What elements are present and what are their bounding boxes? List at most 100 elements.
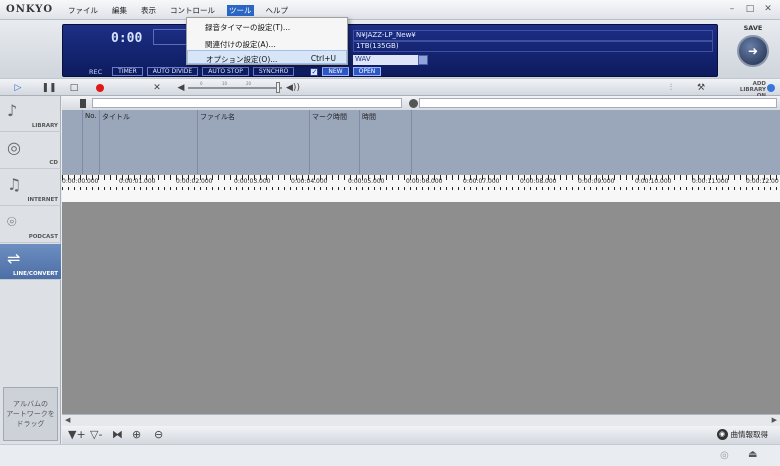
sidebar-item-line-convert[interactable]: ⇌ LINE/CONVERT (0, 244, 61, 280)
auto-stop-button[interactable]: AUTO STOP (202, 67, 249, 76)
display-panel: 0:00 N¥JAZZ-LP_New¥ 1TB(135GB) WAV REC T… (0, 20, 780, 78)
eject-icon[interactable]: ⏏ (748, 449, 757, 460)
left-marker-handle[interactable] (80, 99, 86, 108)
waveform-area[interactable] (62, 202, 780, 414)
save-icon[interactable]: ➜ (737, 35, 769, 67)
pause-icon[interactable]: ❚❚ (41, 81, 56, 94)
stop-icon[interactable]: □ (67, 81, 81, 94)
new-button[interactable]: NEW (322, 67, 349, 76)
column-header: No. (85, 112, 97, 120)
sidebar-item-cd[interactable]: ◎ CD (0, 133, 61, 169)
menu-edit[interactable]: 編集 (110, 5, 129, 16)
column-mark-time[interactable]: マーク時間 (309, 110, 359, 174)
get-track-info-button[interactable]: ◉ 曲情報取得 (716, 429, 768, 440)
rec-label: REC (89, 67, 103, 76)
record-icon[interactable] (93, 81, 107, 94)
seek-knob[interactable] (409, 99, 418, 108)
seek-bar-left[interactable] (92, 98, 402, 108)
timeline-ruler[interactable]: 0:00:00.000 0:00:01.000 0:00:02.000 0:00… (62, 174, 780, 202)
save-path: N¥JAZZ-LP_New¥ (353, 30, 713, 41)
volume-tick: 20 (246, 81, 252, 86)
column-time[interactable]: 時間 (359, 110, 411, 174)
artwork-drop-area[interactable]: アルバムの アートワークを ドラッグ (3, 387, 58, 441)
tools-icon[interactable]: ⚒ (694, 81, 708, 94)
sidebar-item-podcast[interactable]: ⌾ PODCAST (0, 207, 61, 243)
play-icon[interactable]: ▷ (11, 81, 25, 94)
column-header: 時間 (362, 113, 376, 121)
menu-item-shortcut: Ctrl+U (310, 54, 336, 63)
auto-divide-button[interactable]: AUTO DIVIDE (146, 67, 199, 76)
level-meter (153, 29, 189, 45)
menu-item-rec-timer-settings[interactable]: 録音タイマーの設定(T)... (187, 19, 347, 33)
menu-control[interactable]: コントロール (168, 5, 217, 16)
podcast-icon: ⌾ (7, 212, 17, 231)
open-button[interactable]: OPEN (352, 67, 382, 76)
title-bar: ONKYO ファイル 編集 表示 コントロール ツール ヘルプ – □ ✕ (0, 0, 780, 20)
window-controls: – □ ✕ (726, 3, 774, 15)
menu-item-option-settings[interactable]: オプション設定(O)... Ctrl+U (187, 50, 347, 64)
zoom-in-icon[interactable]: ⊕ (132, 428, 141, 441)
position-bar (62, 96, 780, 110)
menu-help[interactable]: ヘルプ (264, 5, 291, 16)
new-checkbox[interactable]: ✓ (310, 67, 319, 76)
add-library-icon (767, 84, 775, 92)
sidebar-item-library[interactable]: ♪ LIBRARY (0, 96, 61, 132)
music-note-icon: ♪ (7, 101, 18, 120)
volume-slider-handle[interactable] (276, 82, 280, 93)
close-icon[interactable]: ✕ (762, 3, 774, 15)
transport-bar: ▷ ❚❚ □ ✕ ◀ 0 10 20 ◀)) ⫶ ⚒ ADD LIBRARY O… (0, 78, 780, 99)
app-logo: ONKYO (6, 4, 54, 15)
timer-button[interactable]: TIMER (112, 67, 143, 76)
timeline-label: 0:00:06.000 (406, 178, 443, 185)
volume-low-icon: ◀ (177, 82, 185, 93)
sidebar-item-label: LINE/CONVERT (13, 271, 58, 277)
menu-item-label: 関連付けの設定(A)... (205, 40, 276, 49)
format-settings-button[interactable] (418, 55, 428, 65)
column-header: マーク時間 (312, 113, 347, 121)
menu-bar: ファイル 編集 表示 コントロール ツール ヘルプ (66, 5, 290, 16)
timeline-label: 0:00:03.000 (234, 178, 271, 185)
split-icon[interactable]: ⧓ (112, 428, 123, 441)
format-select[interactable]: WAV (353, 55, 423, 65)
timeline-label: 0:00:12.00 (746, 178, 779, 185)
track-table: No. タイトル ファイル名 マーク時間 時間 (62, 110, 780, 174)
track-info-icon: ◉ (716, 429, 728, 440)
minimize-icon[interactable]: – (726, 3, 738, 15)
scroll-left-icon[interactable]: ◀ (65, 416, 70, 424)
artwork-hint: アルバムの アートワークを ドラッグ (6, 400, 55, 428)
disc-icon[interactable]: ◎ (720, 450, 729, 461)
scroll-right-icon[interactable]: ▶ (772, 416, 777, 424)
menu-tools[interactable]: ツール (227, 5, 254, 16)
add-marker-icon[interactable]: ▼+ (68, 428, 86, 441)
column-no[interactable]: No. (82, 110, 99, 174)
horizontal-scrollbar[interactable]: ◀ ▶ (62, 414, 780, 426)
maximize-icon[interactable]: □ (744, 3, 756, 15)
volume-slider[interactable] (188, 87, 282, 89)
tools-dropdown-menu: 録音タイマーの設定(T)... 関連付けの設定(A)... オプション設定(O)… (186, 17, 348, 65)
timeline-label: 0:00:10.000 (635, 178, 672, 185)
sidebar-item-internet[interactable]: ♫ INTERNET (0, 170, 61, 206)
synchro-button[interactable]: SYNCHRO (252, 67, 295, 76)
save-label: SAVE (743, 24, 763, 32)
remove-marker-icon[interactable]: ▽- (90, 428, 102, 441)
menu-item-association-settings[interactable]: 関連付けの設定(A)... (187, 36, 347, 50)
equalizer-icon[interactable]: ⫶ (664, 81, 678, 94)
menu-view[interactable]: 表示 (139, 5, 158, 16)
volume-high-icon: ◀)) (286, 82, 300, 93)
zoom-out-icon[interactable]: ⊖ (154, 428, 163, 441)
column-title[interactable]: タイトル (99, 110, 197, 174)
menu-file[interactable]: ファイル (66, 5, 100, 16)
bottom-toolbar: ▼+ ▽- ⧓ ⊕ ⊖ ◉ 曲情報取得 (62, 426, 780, 444)
column-header: タイトル (102, 113, 130, 121)
timeline-label: 0:00:09.000 (578, 178, 615, 185)
cd-icon: ◎ (7, 138, 21, 157)
sidebar-item-label: CD (49, 160, 58, 166)
line-convert-icon: ⇌ (7, 249, 21, 268)
lcd-display: 0:00 N¥JAZZ-LP_New¥ 1TB(135GB) WAV REC T… (62, 24, 718, 77)
mute-icon[interactable]: ✕ (150, 81, 164, 94)
sidebar-item-label: PODCAST (28, 234, 58, 240)
column-filename[interactable]: ファイル名 (197, 110, 309, 174)
seek-bar-right[interactable] (419, 98, 777, 108)
rec-options: REC TIMER AUTO DIVIDE AUTO STOP SYNCHRO … (89, 67, 382, 76)
timeline-label: 0:00:08.000 (520, 178, 557, 185)
